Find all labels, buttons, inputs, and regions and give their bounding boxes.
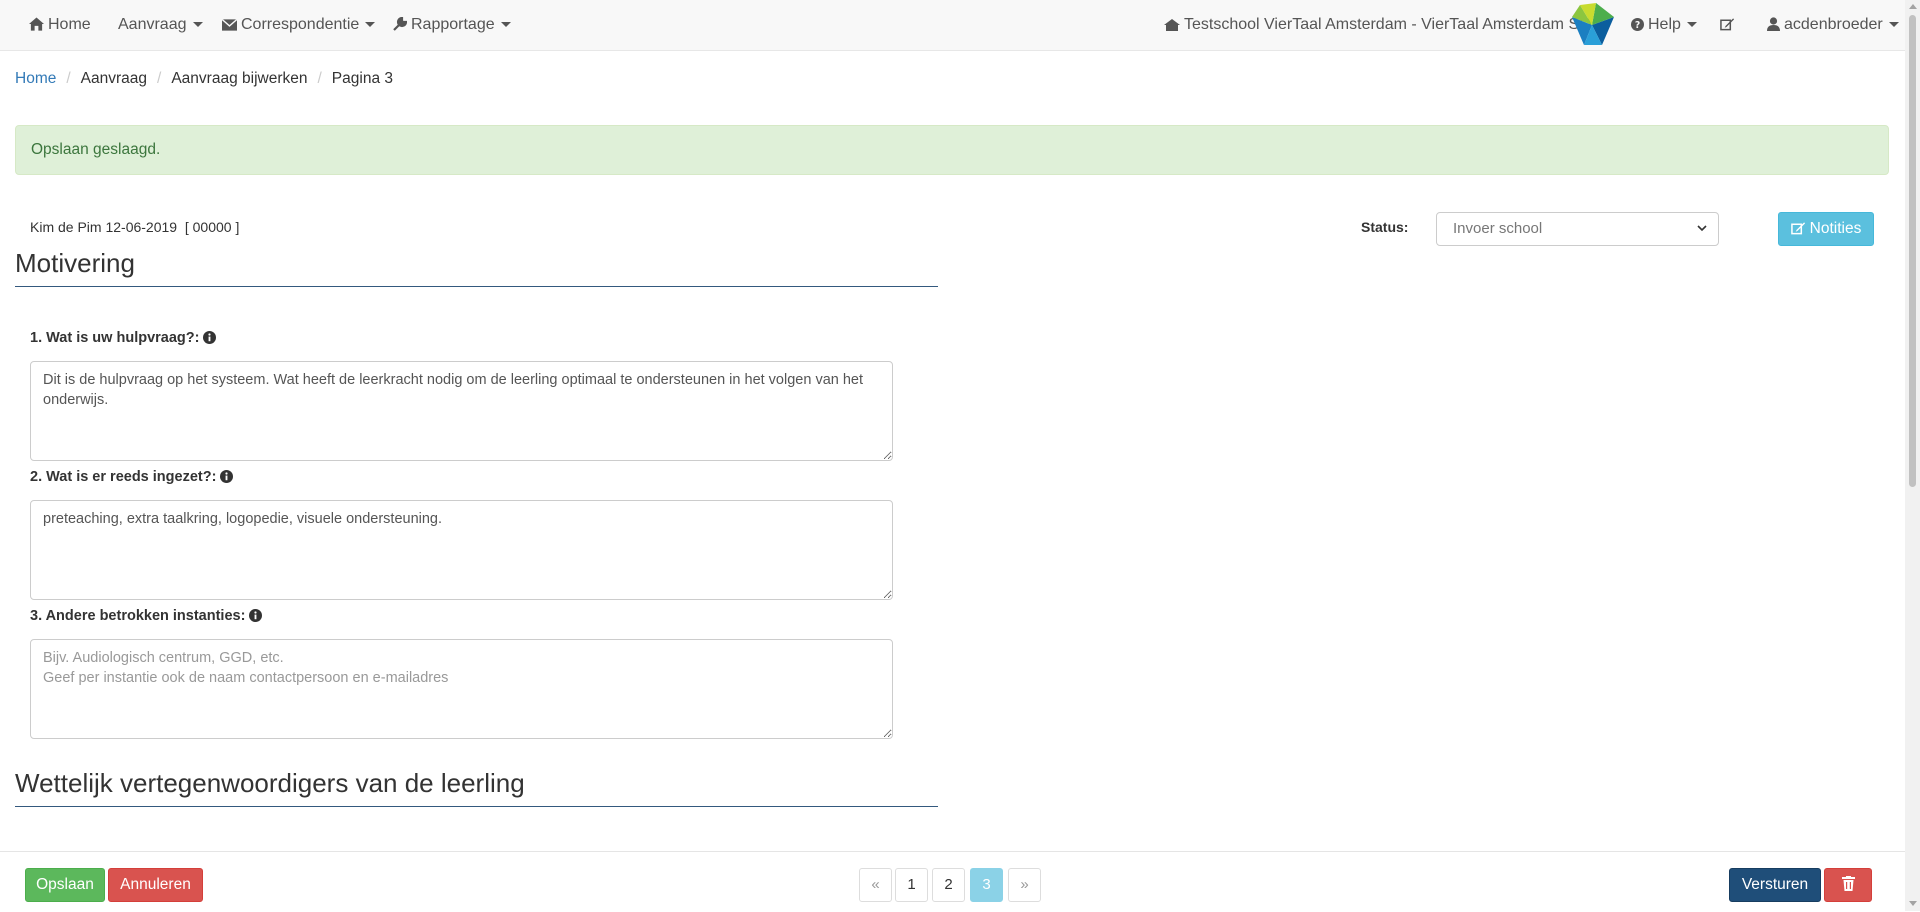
info-icon[interactable] [203,331,217,344]
school-icon [1164,19,1180,31]
notities-label: Notities [1809,220,1862,237]
edit-icon [1720,18,1735,31]
caret-down-icon [1686,22,1697,28]
brand-logo [1570,3,1616,52]
ingezet-textarea[interactable]: preteaching, extra taalkring, logopedie,… [30,500,893,600]
section-divider [15,806,938,807]
nav-home-label: Home [48,16,91,33]
hulpvraag-textarea[interactable]: Dit is de hulpvraag op het systeem. Wat … [30,361,893,461]
top-navbar: Home Aanvraag Correspondentie Rapportage… [0,0,1905,51]
section-title-motivering: Motivering [15,248,135,278]
nav-correspondentie-label: Correspondentie [241,16,360,33]
chevron-down-icon [1697,225,1707,232]
breadcrumb-separator: / [157,70,162,87]
breadcrumb-separator: / [317,70,322,87]
nav-rapportage[interactable]: Rapportage [393,0,511,50]
section-title-vertegenwoordigers: Wettelijk vertegenwoordigers van de leer… [15,768,525,798]
edit-icon [1790,222,1805,235]
nav-aanvraag-label: Aanvraag [118,16,187,33]
alert-message: Opslaan geslaagd. [31,141,161,158]
caret-down-icon [1888,22,1899,28]
status-select[interactable]: Invoer school [1436,212,1719,246]
save-button[interactable]: Opslaan [25,868,105,902]
question-text: 2. Wat is er reeds ingezet?: [30,469,217,485]
question-label-ingezet: 2. Wat is er reeds ingezet?: [30,469,234,485]
scroll-down-arrow-icon[interactable] [1909,901,1917,906]
nav-home[interactable]: Home [29,0,91,50]
pagination-page-3[interactable]: 3 [970,868,1003,902]
question-text: 1. Wat is uw hulpvraag?: [30,330,200,346]
breadcrumb-separator: / [66,70,71,87]
nav-school[interactable]: Testschool VierTaal Amsterdam - VierTaal… [1164,0,1592,50]
notities-button[interactable]: Notities [1778,212,1874,246]
breadcrumb: Home / Aanvraag / Aanvraag bijwerken / Pagina … [15,70,393,88]
svg-text:?: ? [1635,20,1640,31]
nav-edit[interactable] [1720,0,1739,50]
viertaal-logo-icon [1572,3,1614,45]
status-label: Status: [1361,219,1409,235]
help-icon: ? [1631,18,1644,31]
nav-user-label: acdenbroeder [1784,16,1883,33]
nav-school-label: Testschool VierTaal Amsterdam - VierTaal… [1184,16,1592,33]
breadcrumb-pagina: Pagina 3 [331,70,393,87]
nav-user[interactable]: acdenbroeder [1767,0,1899,50]
trash-icon [1841,876,1855,891]
nav-correspondentie[interactable]: Correspondentie [221,0,376,50]
breadcrumb-home[interactable]: Home [15,70,56,87]
nav-rapportage-label: Rapportage [411,16,495,33]
section-divider [15,286,938,287]
question-text: 3. Andere betrokken instanties: [30,608,246,624]
info-icon[interactable] [220,470,234,483]
scroll-up-arrow-icon[interactable] [1909,4,1917,9]
caret-down-icon [365,22,376,28]
question-label-hulpvraag: 1. Wat is uw hulpvraag?: [30,330,217,346]
nav-help-label: Help [1648,16,1681,33]
nav-help[interactable]: ? Help [1631,0,1697,50]
pagination-prev[interactable]: « [859,868,892,902]
question-label-instanties: 3. Andere betrokken instanties: [30,608,263,624]
status-value: Invoer school [1453,220,1543,237]
success-alert: Opslaan geslaagd. [15,125,1889,175]
send-button[interactable]: Versturen [1729,868,1821,902]
delete-button[interactable] [1824,868,1872,902]
pagination-page-1[interactable]: 1 [895,868,928,902]
cancel-button[interactable]: Annuleren [108,868,203,902]
pagination-page-2[interactable]: 2 [932,868,965,902]
pagination-next[interactable]: » [1008,868,1041,902]
student-info: Kim de Pim 12-06-2019 [ 00000 ] [30,219,240,235]
home-icon [29,17,44,31]
nav-aanvraag[interactable]: Aanvraag [118,0,203,50]
envelope-icon [221,18,238,31]
caret-down-icon [192,22,203,28]
breadcrumb-aanvraag: Aanvraag [80,70,148,87]
info-icon[interactable] [249,609,263,622]
breadcrumb-bijwerken: Aanvraag bijwerken [171,70,308,87]
wrench-icon [393,16,408,31]
scrollbar-thumb[interactable] [1909,15,1916,487]
instanties-textarea[interactable] [30,639,893,739]
caret-down-icon [500,22,511,28]
user-icon [1767,17,1780,31]
